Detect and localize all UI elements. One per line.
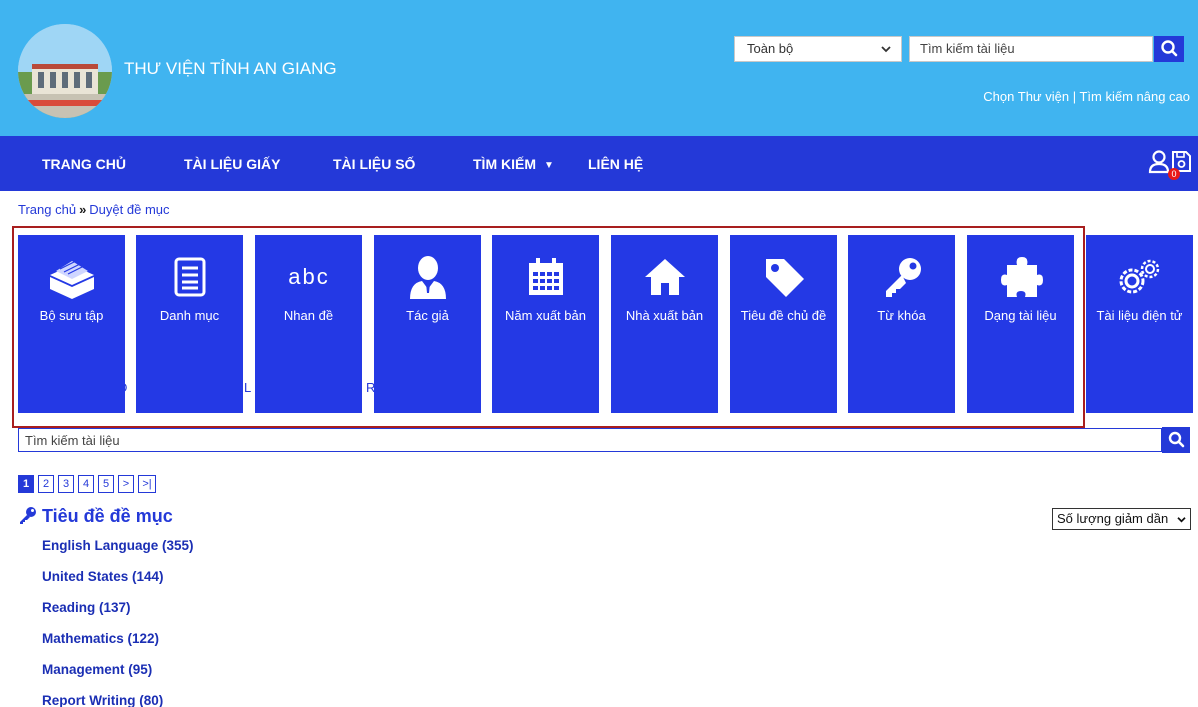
tile-e-docs[interactable]: Tài liệu điện tử [1086, 235, 1193, 413]
section-title: Tiêu đề đề mục [18, 506, 173, 527]
subject-search-input[interactable]: Tìm kiếm tài liệu [18, 428, 1162, 452]
calendar-icon [492, 251, 599, 303]
nav-item-label: LIÊN HỆ [588, 156, 644, 172]
chevron-down-icon [1177, 517, 1186, 523]
section-title-text: Tiêu đề đề mục [42, 506, 173, 526]
page-button[interactable]: 3 [58, 475, 74, 493]
chevron-down-icon [881, 42, 891, 56]
sort-select[interactable]: Số lượng giảm dần [1052, 508, 1191, 530]
subject-link[interactable]: English Language (355) [42, 538, 194, 553]
search-icon [1161, 40, 1178, 57]
search-scope-select[interactable]: Toàn bộ [734, 36, 902, 62]
breadcrumb-separator: » [79, 202, 87, 217]
nav-item-contact[interactable]: LIÊN HỆ [588, 156, 643, 172]
breadcrumb-current: Duyệt đề mục [89, 202, 170, 217]
tile-label: Danh mục [159, 308, 220, 323]
tile-label: Tài liệu điện tử [1096, 308, 1183, 323]
subject-link[interactable]: Reading (137) [42, 600, 131, 615]
tile-label: Tác giả [406, 308, 449, 323]
header-search-button[interactable] [1154, 36, 1184, 62]
page-button[interactable]: 4 [78, 475, 94, 493]
tile-publisher[interactable]: Nhà xuất bản [611, 235, 718, 413]
gears-icon [1086, 251, 1193, 303]
caret-down-icon: ▼ [544, 160, 554, 171]
subject-link[interactable]: Report Writing (80) [42, 693, 163, 707]
key-icon [20, 507, 36, 524]
main-nav: TRANG CHỦ TÀI LIỆU GIẤY TÀI LIỆU SỐ TÌM … [0, 136, 1198, 191]
tile-collection[interactable]: Bộ sưu tập [18, 235, 125, 413]
tile-doc-type[interactable]: Dạng tài liệu [967, 235, 1074, 413]
site-title[interactable]: THƯ VIỆN TỈNH AN GIANG [124, 59, 337, 79]
last-page-button[interactable]: >| [138, 475, 156, 493]
tile-subject[interactable]: Tiêu đề chủ đề [730, 235, 837, 413]
tile-author[interactable]: Tác giả [374, 235, 481, 413]
nav-item-search[interactable]: TÌM KIẾM ▼ [473, 156, 554, 172]
page-button[interactable]: 5 [98, 475, 114, 493]
person-icon [374, 251, 481, 303]
header-search-input[interactable]: Tìm kiếm tài liệu [909, 36, 1153, 62]
search-scope-value: Toàn bộ [747, 41, 794, 56]
tile-catalog[interactable]: Danh mục [136, 235, 243, 413]
abc-icon: abc [255, 251, 362, 303]
box-icon [18, 251, 125, 303]
puzzle-icon [967, 251, 1074, 303]
tile-label: Nhan đề [283, 308, 334, 323]
subject-link[interactable]: Management (95) [42, 662, 152, 677]
subject-link[interactable]: United States (144) [42, 569, 164, 584]
house-icon [611, 251, 718, 303]
nav-item-print-docs[interactable]: TÀI LIỆU GIẤY [184, 156, 280, 172]
next-page-button[interactable]: > [118, 475, 134, 493]
page-button[interactable]: 2 [38, 475, 54, 493]
nav-item-label: TÀI LIỆU SỐ [333, 156, 416, 172]
library-logo[interactable] [18, 24, 112, 118]
tile-label: Từ khóa [877, 308, 926, 323]
key-icon [848, 251, 955, 303]
saved-count-badge: 0 [1168, 168, 1180, 180]
search-icon [1168, 431, 1185, 448]
nav-item-label: TRANG CHỦ [42, 156, 126, 172]
tile-year[interactable]: Năm xuất bản [492, 235, 599, 413]
header-search-placeholder: Tìm kiếm tài liệu [920, 41, 1015, 56]
sort-select-value: Số lượng giảm dần [1057, 511, 1169, 526]
tile-label: Dạng tài liệu [984, 308, 1057, 323]
breadcrumb: Trang chủ» Duyệt đề mục [18, 202, 170, 217]
page-button[interactable]: 1 [18, 475, 34, 493]
subject-search-button[interactable] [1162, 427, 1190, 453]
tile-title[interactable]: abc Nhan đề [255, 235, 362, 413]
header-links[interactable]: Chọn Thư viện | Tìm kiếm nâng cao [983, 89, 1190, 104]
subject-search-placeholder: Tìm kiếm tài liệu [25, 433, 120, 448]
nav-item-home[interactable]: TRANG CHỦ [42, 156, 126, 172]
tile-label: Tiêu đề chủ đề [740, 308, 827, 323]
nav-item-label: TÀI LIỆU GIẤY [184, 156, 281, 172]
tile-label: Bộ sưu tập [39, 308, 104, 323]
tile-label: Nhà xuất bản [625, 308, 704, 323]
nav-item-digital-docs[interactable]: TÀI LIỆU SỐ [333, 156, 415, 172]
breadcrumb-home[interactable]: Trang chủ [18, 202, 76, 217]
svg-text:abc: abc [288, 264, 329, 289]
subject-link[interactable]: Mathematics (122) [42, 631, 159, 646]
tile-keyword[interactable]: Từ khóa [848, 235, 955, 413]
site-header: THƯ VIỆN TỈNH AN GIANG Toàn bộ Tìm kiếm … [0, 0, 1198, 136]
list-icon [136, 251, 243, 303]
nav-item-label: TÌM KIẾM [473, 156, 536, 172]
user-icon[interactable] [1148, 150, 1170, 174]
tile-label: Năm xuất bản [505, 308, 586, 323]
tag-icon [730, 251, 837, 303]
